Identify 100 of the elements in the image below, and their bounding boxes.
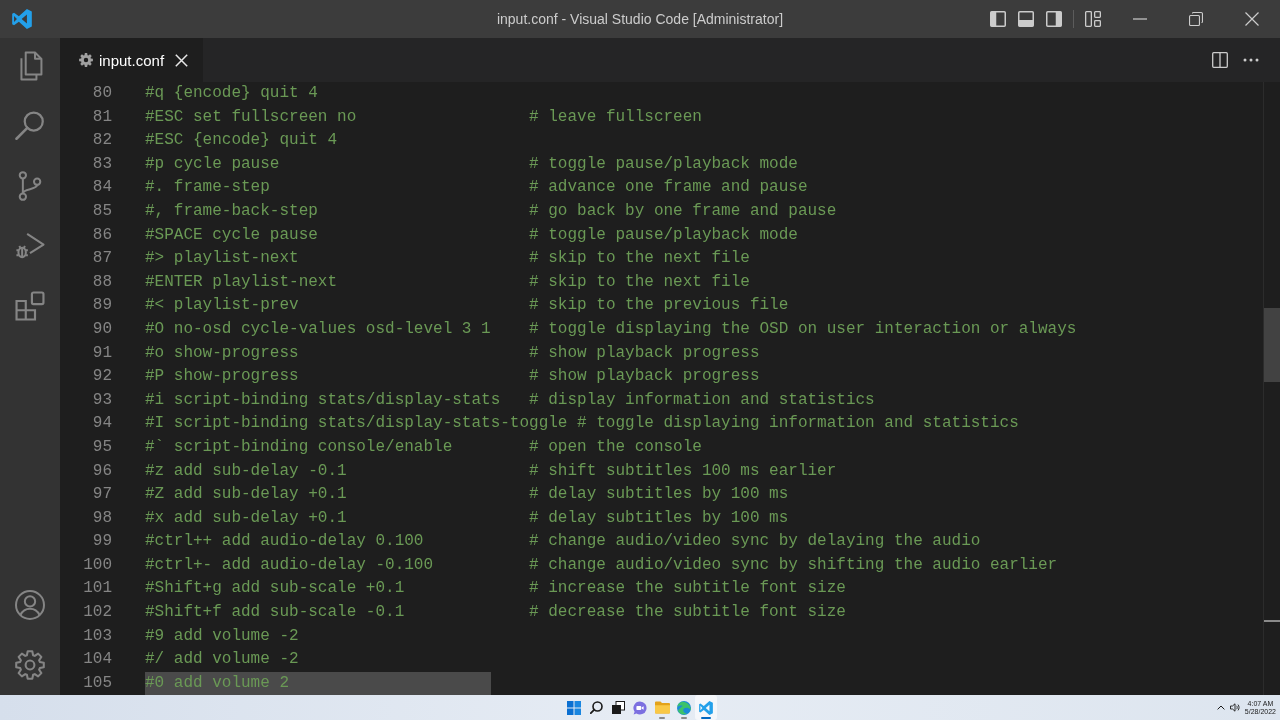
code-text: #o show-progress: [145, 342, 299, 364]
left-panel-layout-icon[interactable]: [990, 11, 1006, 27]
comment-text: # increase the subtitle font size: [529, 578, 846, 600]
line-number: 94: [92, 414, 112, 433]
close-icon[interactable]: [1245, 12, 1259, 26]
person-circle-icon[interactable]: [15, 590, 45, 620]
split-view-icon[interactable]: [1212, 52, 1228, 68]
window-title: input.conf - Visual Studio Code [Administrator]: [496, 11, 784, 27]
code-text: #ctrl++ add audio-delay 0.100: [145, 531, 424, 553]
comment-text: # toggle pause/playback mode: [529, 153, 798, 175]
line-number: 98: [92, 508, 112, 527]
search-icon[interactable]: [15, 111, 45, 141]
line-number: 81: [92, 107, 112, 126]
blocks-icon[interactable]: [15, 291, 45, 321]
restore-icon[interactable]: [1189, 12, 1203, 26]
code-text: #ESC {encode} quit 4: [145, 130, 338, 152]
comment-text: # skip to the previous file: [529, 295, 789, 317]
code-text: #< playlist-prev: [145, 295, 299, 317]
bottom-panel-layout-icon[interactable]: [1018, 11, 1034, 27]
comment-text: # decrease the subtitle font size: [529, 602, 846, 624]
comment-text: # shift subtitles 100 ms earlier: [529, 460, 837, 482]
code-text: #O no-osd cycle-values osd-level 3 1: [145, 318, 491, 340]
line-number: 96: [92, 461, 112, 480]
code-text: #. frame-step: [145, 177, 270, 199]
code-text: #ESC set fullscreen no: [145, 106, 357, 128]
stacked-squares-icon: [611, 701, 625, 714]
comment-text: # go back by one frame and pause: [529, 200, 837, 222]
line-number: 101: [83, 579, 112, 598]
code-text: #, frame-back-step: [145, 200, 318, 222]
code-text: #SPACE cycle pause: [145, 224, 318, 246]
code-text: #Z add sub-delay +0.1: [145, 484, 347, 506]
right-panel-layout-icon[interactable]: [1046, 11, 1062, 27]
line-number: 92: [92, 367, 112, 386]
comment-text: # delay subtitles by 100 ms: [529, 484, 789, 506]
settings-icon[interactable]: [15, 650, 45, 680]
code-text: #Shift+g add sub-scale +0.1: [145, 578, 405, 600]
gear-icon: [79, 53, 93, 67]
code-text: #/ add volume -2: [145, 649, 299, 671]
line-number: 84: [92, 178, 112, 197]
code-text: #Shift+f add sub-scale -0.1: [145, 602, 405, 624]
scroll-marker-icon: [1264, 620, 1280, 622]
comment-text: # show playback progress: [529, 342, 760, 364]
grid-layout-icon[interactable]: [1085, 11, 1101, 27]
line-number: 85: [92, 201, 112, 220]
comment-text: # delay subtitles by 100 ms: [529, 507, 789, 529]
code-text: #i script-binding stats/display-stats: [145, 389, 501, 411]
line-number: 97: [92, 485, 112, 504]
code-text: #` script-binding console/enable: [145, 436, 453, 458]
comment-text: # change audio/video sync by delaying the audio: [529, 531, 981, 553]
code-text: #I script-binding stats/display-stats-toggle: [145, 413, 568, 435]
comment-text: # advance one frame and pause: [529, 177, 808, 199]
folder-icon: [654, 701, 670, 714]
line-number: 95: [92, 437, 112, 456]
ellipsis-icon[interactable]: [1243, 58, 1259, 62]
comment-text: # change audio/video sync by shifting the audio earlier: [529, 554, 1058, 576]
comment-text: # toggle displaying the OSD on user interaction or always: [529, 318, 1077, 340]
line-number: 102: [83, 603, 112, 622]
code-text: #q {encode} quit 4: [145, 83, 318, 104]
line-number: 89: [92, 296, 112, 315]
search-icon: [589, 701, 603, 714]
code-text: #> playlist-next: [145, 248, 299, 270]
editor-tab[interactable]: input.conf: [60, 38, 204, 82]
speaker-icon[interactable]: [1229, 703, 1240, 712]
comment-text: # open the console: [529, 436, 702, 458]
chevron-up-icon[interactable]: [1216, 705, 1225, 710]
line-number: 88: [92, 272, 112, 291]
line-number: 91: [92, 343, 112, 362]
code-text: #p cycle pause: [145, 153, 280, 175]
code-text: #x add sub-delay +0.1: [145, 507, 347, 529]
line-number: 82: [92, 131, 112, 150]
line-number: 80: [92, 84, 112, 102]
comment-text: # skip to the next file: [529, 271, 750, 293]
code-text: #ctrl+- add audio-delay -0.100: [145, 554, 434, 576]
app-logo-icon: [12, 9, 32, 29]
comment-text: # skip to the next file: [529, 248, 750, 270]
browser-icon: [677, 700, 691, 715]
code-text: #0 add volume 2: [145, 671, 491, 695]
code-text: #P show-progress: [145, 366, 299, 388]
code-text: #ENTER playlist-next: [145, 271, 338, 293]
chat-bubble-icon: [633, 700, 647, 715]
comment-text: # toggle pause/playback mode: [529, 224, 798, 246]
app-logo-icon: [699, 700, 713, 715]
line-number: 100: [83, 555, 112, 574]
comment-text: # toggle displaying information and statistics: [577, 413, 1019, 435]
line-number: 99: [92, 532, 112, 551]
line-number: 87: [92, 249, 112, 268]
line-number: 104: [83, 650, 112, 669]
line-number: 93: [92, 390, 112, 409]
comment-text: # show playback progress: [529, 366, 760, 388]
line-number: 105: [83, 673, 112, 692]
line-number: 83: [92, 154, 112, 173]
line-number: 86: [92, 225, 112, 244]
close-icon[interactable]: [175, 53, 189, 67]
four-squares-icon: [567, 700, 581, 715]
comment-text: # display information and statistics: [529, 389, 875, 411]
scrollbar-thumb[interactable]: [1264, 308, 1280, 382]
code-text: #z add sub-delay -0.1: [145, 460, 347, 482]
play-bug-icon[interactable]: [15, 231, 45, 261]
comment-text: # leave fullscreen: [529, 106, 702, 128]
line-number: 103: [83, 626, 112, 645]
